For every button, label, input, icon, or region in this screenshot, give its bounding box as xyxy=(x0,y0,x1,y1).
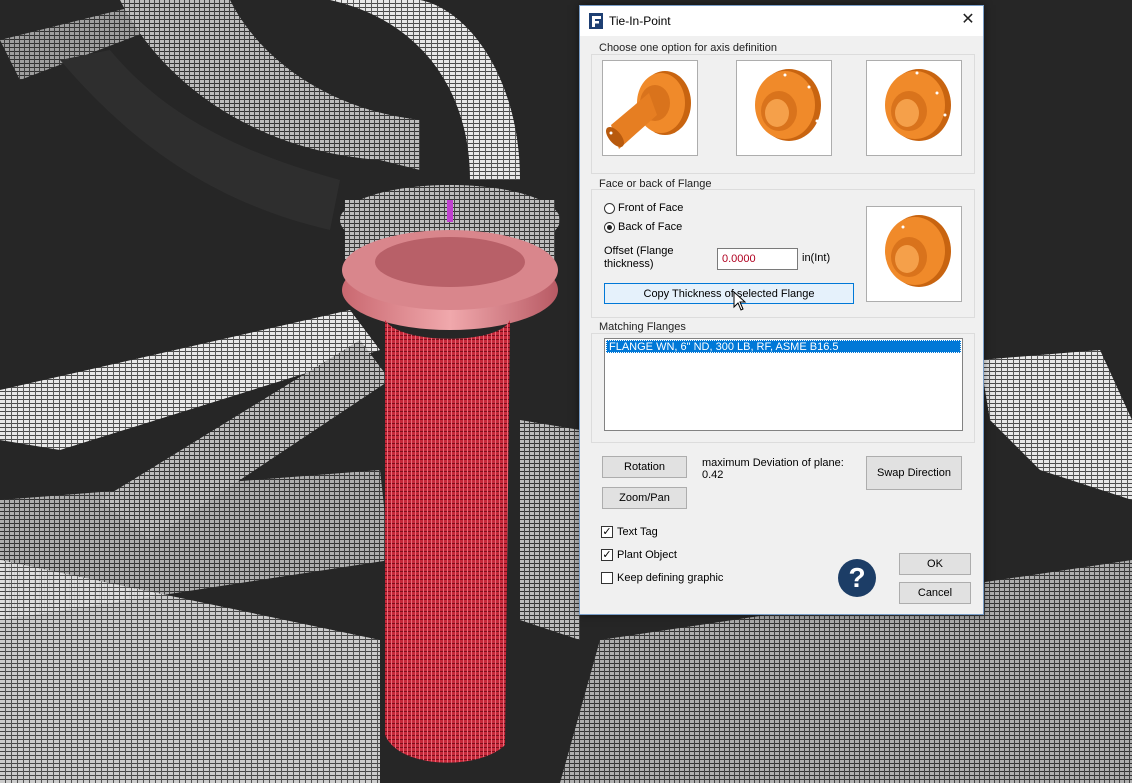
zoom-pan-button[interactable]: Zoom/Pan xyxy=(602,487,687,509)
deviation-value: 0.42 xyxy=(702,469,724,481)
back-of-face-radio[interactable]: Back of Face xyxy=(604,221,682,233)
copy-thickness-button[interactable]: Copy Thickness of selected Flange xyxy=(604,283,854,304)
flange-back-icon xyxy=(885,215,951,287)
back-radio-circle[interactable] xyxy=(604,221,615,233)
offset-input[interactable] xyxy=(717,248,798,270)
axis-option-rim-points-button[interactable] xyxy=(866,60,962,156)
offset-label: Offset (Flange thickness) xyxy=(604,245,674,270)
keep-graphic-checkbox[interactable]: Keep defining graphic xyxy=(601,572,723,584)
plant-object-checkbox[interactable]: ✓ Plant Object xyxy=(601,549,677,561)
cancel-button[interactable]: Cancel xyxy=(899,582,971,604)
matching-group-label: Matching Flanges xyxy=(599,321,686,333)
plant-object-label: Plant Object xyxy=(617,549,677,561)
ok-button[interactable]: OK xyxy=(899,553,971,575)
keep-graphic-check-box[interactable] xyxy=(601,572,613,584)
app-logo-icon xyxy=(589,13,603,29)
title-bar[interactable]: Tie-In-Point ✕ xyxy=(580,6,983,36)
offset-unit-label: in(Int) xyxy=(802,252,831,264)
help-icon[interactable]: ? xyxy=(838,559,876,597)
text-tag-check-box[interactable]: ✓ xyxy=(601,526,613,538)
back-of-face-label: Back of Face xyxy=(618,221,683,233)
deviation-label: maximum Deviation of plane: xyxy=(702,457,844,469)
text-tag-label: Text Tag xyxy=(617,526,658,538)
front-radio-circle[interactable] xyxy=(604,202,615,214)
plant-object-check-box[interactable]: ✓ xyxy=(601,549,613,561)
axis-option-pipe-button[interactable] xyxy=(602,60,698,156)
tie-in-point-dialog: Tie-In-Point ✕ Choose one option for axi… xyxy=(579,5,984,615)
list-item[interactable]: FLANGE WN, 6" ND, 300 LB, RF, ASME B16.5 xyxy=(606,340,961,353)
axis-option-face-points-button[interactable] xyxy=(736,60,832,156)
front-of-face-label: Front of Face xyxy=(618,202,684,214)
swap-direction-button[interactable]: Swap Direction xyxy=(866,456,962,490)
close-button[interactable]: ✕ xyxy=(953,6,983,36)
axis-group-label: Choose one option for axis definition xyxy=(599,42,777,54)
text-tag-checkbox[interactable]: ✓ Text Tag xyxy=(601,526,658,538)
rotation-button[interactable]: Rotation xyxy=(602,456,687,478)
matching-flanges-list[interactable]: FLANGE WN, 6" ND, 300 LB, RF, ASME B16.5 xyxy=(604,338,963,431)
dialog-title: Tie-In-Point xyxy=(609,14,671,28)
face-group-label: Face or back of Flange xyxy=(599,178,712,190)
flange-face-icon xyxy=(755,69,821,141)
flange-pipe-icon xyxy=(606,71,691,149)
front-of-face-radio[interactable]: Front of Face xyxy=(604,202,683,214)
keep-graphic-label: Keep defining graphic xyxy=(617,572,724,584)
face-preview-image xyxy=(866,206,962,302)
flange-rim-icon xyxy=(885,69,951,141)
mouse-cursor-icon xyxy=(733,291,747,311)
